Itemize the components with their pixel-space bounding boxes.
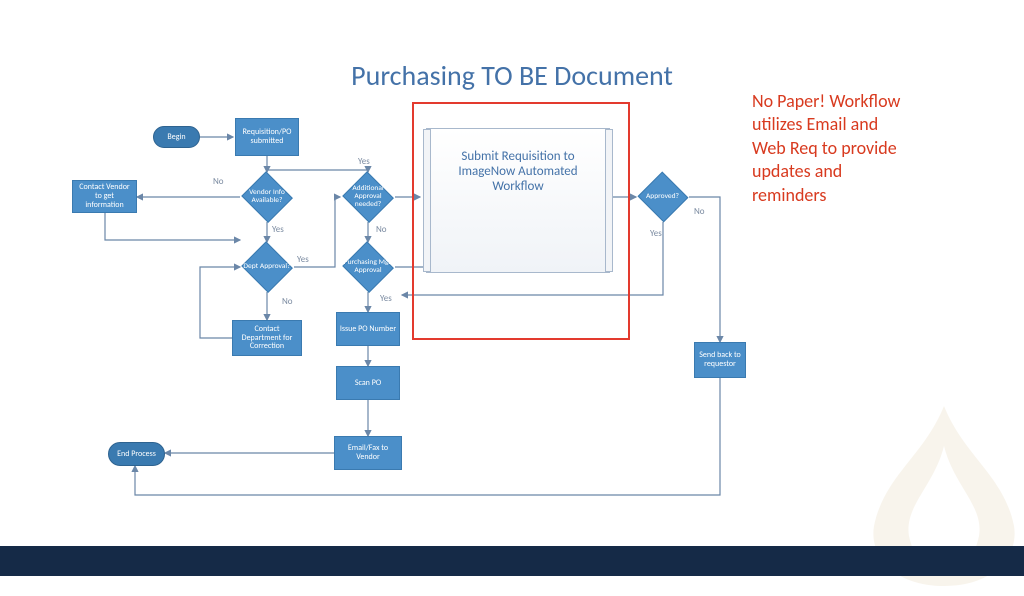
edge-label-no: No (282, 296, 293, 307)
node-label: Email/Fax to Vendor (337, 444, 399, 462)
node-vendor-info: Vendor Info Available? (240, 172, 294, 222)
edge-label-no: No (376, 224, 387, 235)
node-label: Send back to requestor (697, 351, 743, 369)
node-purchasing-mgr: Purchasing Mgr. Approval (341, 242, 395, 292)
edge-label-yes: Yes (297, 254, 309, 265)
node-req-submitted: Requisition/PO submitted (235, 118, 299, 156)
page-title: Purchasing TO BE Document (0, 58, 1024, 93)
edge-label-yes: Yes (272, 224, 284, 235)
node-label: Begin (167, 133, 185, 142)
node-scan-po: Scan PO (336, 366, 400, 400)
node-label: Scan PO (355, 379, 381, 388)
node-begin: Begin (153, 126, 200, 148)
edge-label-no: No (213, 176, 224, 187)
footer-bar (0, 546, 1024, 576)
workflow-card: Submit Requisition to ImageNow Automated… (426, 128, 610, 273)
node-label: Dept Approval? (243, 263, 290, 271)
node-issue-po: Issue PO Number (336, 312, 400, 346)
workflow-card-label: Submit Requisition to ImageNow Automated… (443, 149, 593, 194)
node-label: Requisition/PO submitted (238, 128, 296, 146)
node-dept-approval: Dept Approval? (240, 242, 294, 292)
edge-label-yes: Yes (380, 293, 392, 304)
edge-label-yes: Yes (650, 228, 662, 239)
node-label: Purchasing Mgr. Approval (343, 259, 393, 276)
node-label: Approved? (646, 193, 679, 201)
node-contact-dept: Contact Department for Correction (232, 320, 302, 356)
node-send-back: Send back to requestor (694, 342, 746, 378)
edge-label-no: No (694, 206, 705, 217)
node-end-process: End Process (108, 442, 165, 466)
node-contact-vendor: Contact Vendor to get information (72, 180, 137, 213)
annotation-text: No Paper! Workflow utilizes Email and We… (752, 90, 902, 207)
node-additional-approval: Additional Approval needed? (341, 172, 395, 222)
node-label: Vendor Info Available? (242, 189, 292, 206)
node-label: Contact Vendor to get information (75, 183, 134, 209)
edge-label-yes: Yes (358, 156, 370, 167)
node-email-fax: Email/Fax to Vendor (334, 436, 402, 470)
node-label: Additional Approval needed? (343, 185, 393, 210)
node-label: Contact Department for Correction (235, 325, 299, 351)
node-label: End Process (117, 450, 156, 459)
node-approved: Approved? (636, 172, 689, 222)
node-label: Issue PO Number (340, 325, 396, 334)
